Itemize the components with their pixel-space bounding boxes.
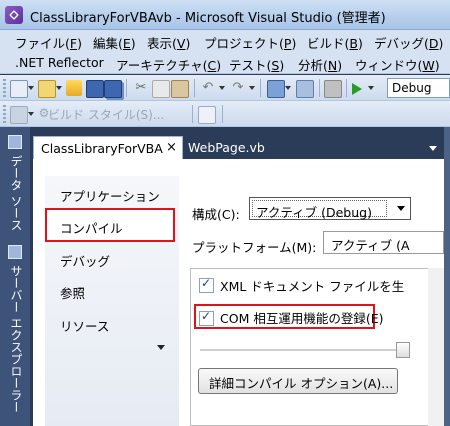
nav-item-debug[interactable]: デバッグ <box>60 251 110 270</box>
visual-studio-icon <box>5 6 23 24</box>
menu-analyze[interactable]: 分析(N) <box>298 55 342 74</box>
menu-bar-secondary: .NET Reflector アーキテクチャ(C) テスト(S) 分析(N) ウ… <box>0 52 450 74</box>
chevron-down-icon[interactable] <box>429 146 437 151</box>
advanced-compile-options-label: 詳細コンパイル オプション(A)... <box>209 376 394 391</box>
chevron-down-icon[interactable] <box>28 86 34 90</box>
chevron-down-icon[interactable] <box>285 86 291 90</box>
xml-documentation-label: XML ドキュメント ファイルを生 <box>220 279 405 294</box>
com-interop-label: COM 相互運用機能の登録(E) <box>220 311 384 326</box>
menu-bar: ファイル(F) 編集(E) 表示(V) プロジェクト(P) ビルド(B) デバッ… <box>0 30 450 52</box>
tab-classlibraryforvba[interactable]: ClassLibraryForVBA × <box>33 136 183 160</box>
navigate-forward-icon[interactable] <box>296 80 314 98</box>
data-sources-icon <box>8 135 22 149</box>
toolbar-separator <box>260 79 261 97</box>
toolbar-grip[interactable] <box>3 105 6 123</box>
chevron-down-icon[interactable] <box>56 86 62 90</box>
chevron-down-icon[interactable] <box>368 86 374 90</box>
toolbar-separator <box>222 105 223 123</box>
server-explorer-tab[interactable]: サーバー エクスプローラー <box>5 265 25 413</box>
nav-item-resources[interactable]: リソース <box>60 316 109 335</box>
nav-item-label: コンパイル <box>60 221 123 236</box>
menu-build[interactable]: ビルド(B) <box>307 33 363 52</box>
menu-edit[interactable]: 編集(E) <box>93 33 136 52</box>
nav-item-application[interactable]: アプリケーション <box>60 186 160 205</box>
close-icon[interactable]: × <box>166 140 177 155</box>
menu-net-reflector[interactable]: .NET Reflector <box>15 55 104 70</box>
open-folder-icon[interactable] <box>66 80 82 96</box>
build-toolbar: ⚙ ビルド スタイル(S)... <box>0 101 450 127</box>
standard-toolbar: ✂ ↶ ↷ Debug <box>0 75 450 101</box>
redo-icon[interactable]: ↷ <box>230 80 246 96</box>
menu-file[interactable]: ファイル(F) <box>15 33 82 52</box>
cut-icon[interactable]: ✂ <box>133 80 149 96</box>
add-item-icon[interactable] <box>38 80 56 98</box>
start-debugging-icon[interactable] <box>352 83 362 95</box>
chevron-down-icon[interactable] <box>397 206 405 211</box>
divider <box>200 349 396 351</box>
right-tool-window-edge <box>444 127 450 426</box>
build-icon[interactable] <box>10 106 28 124</box>
solution-configuration-value: Debug <box>392 81 432 95</box>
tab-webpage-vb[interactable]: WebPage.vb <box>188 140 265 155</box>
advanced-compile-options-button[interactable]: 詳細コンパイル オプション(A)... <box>198 368 398 394</box>
toolbar-separator <box>194 79 195 97</box>
chevron-down-icon[interactable] <box>157 345 165 350</box>
chevron-down-icon[interactable] <box>28 112 34 116</box>
nav-item-references[interactable]: 参照 <box>60 283 85 302</box>
title-bar: ClassLibraryForVBAvb - Microsoft Visual … <box>0 0 450 30</box>
panel-scrollbar[interactable] <box>428 268 444 426</box>
solution-configuration-dropdown[interactable]: Debug <box>387 78 450 98</box>
configuration-label: 構成(C): <box>192 207 240 222</box>
data-sources-tab[interactable]: データ ソース <box>5 155 25 231</box>
menu-project[interactable]: プロジェクト(P) <box>204 33 296 52</box>
navigate-backward-icon[interactable] <box>267 80 285 98</box>
save-icon[interactable] <box>86 80 104 98</box>
chevron-down-icon[interactable] <box>219 86 225 90</box>
configuration-value: アクティブ (Debug) <box>256 205 372 220</box>
toolbar-grip[interactable] <box>3 79 6 97</box>
menu-test[interactable]: テスト(S) <box>229 55 284 74</box>
find-icon[interactable] <box>324 80 342 98</box>
toolbar-separator <box>192 105 193 123</box>
toolbar-separator <box>319 79 320 97</box>
server-explorer-icon <box>8 245 22 259</box>
menu-view[interactable]: 表示(V) <box>147 33 190 52</box>
paste-icon[interactable] <box>171 80 189 98</box>
configuration-value-box: アクティブ (Debug) <box>252 200 387 220</box>
window-title: ClassLibraryForVBAvb - Microsoft Visual … <box>30 11 386 26</box>
undo-icon[interactable]: ↶ <box>200 80 216 96</box>
scroll-thumb[interactable] <box>396 342 410 358</box>
menu-debug[interactable]: デバッグ(D) <box>374 33 443 52</box>
xml-documentation-checkbox[interactable] <box>199 276 214 293</box>
toolbar-separator <box>126 79 127 97</box>
side-tool-window-strip: データ ソース サーバー エクスプローラー <box>0 127 30 426</box>
save-all-icon[interactable] <box>104 80 122 98</box>
chevron-down-icon[interactable] <box>249 86 255 90</box>
configuration-dropdown[interactable]: アクティブ (Debug) <box>249 197 411 220</box>
menu-architecture[interactable]: アーキテクチャ(C) <box>116 55 221 74</box>
menu-window[interactable]: ウィンドウ(W) <box>355 55 440 74</box>
platform-value: アクティブ (A <box>331 238 410 253</box>
com-interop-checkbox[interactable] <box>199 309 214 326</box>
toolbar-separator <box>346 79 347 97</box>
tab-label: ClassLibraryForVBA <box>41 141 163 156</box>
find-in-files-icon[interactable] <box>198 106 216 124</box>
platform-dropdown[interactable]: アクティブ (A <box>323 231 444 254</box>
build-style-label[interactable]: ビルド スタイル(S)... <box>48 106 164 123</box>
copy-icon[interactable] <box>152 80 170 98</box>
new-project-icon[interactable] <box>10 80 28 98</box>
platform-label: プラットフォーム(M): <box>192 240 317 255</box>
nav-item-compile[interactable]: コンパイル <box>45 208 175 242</box>
